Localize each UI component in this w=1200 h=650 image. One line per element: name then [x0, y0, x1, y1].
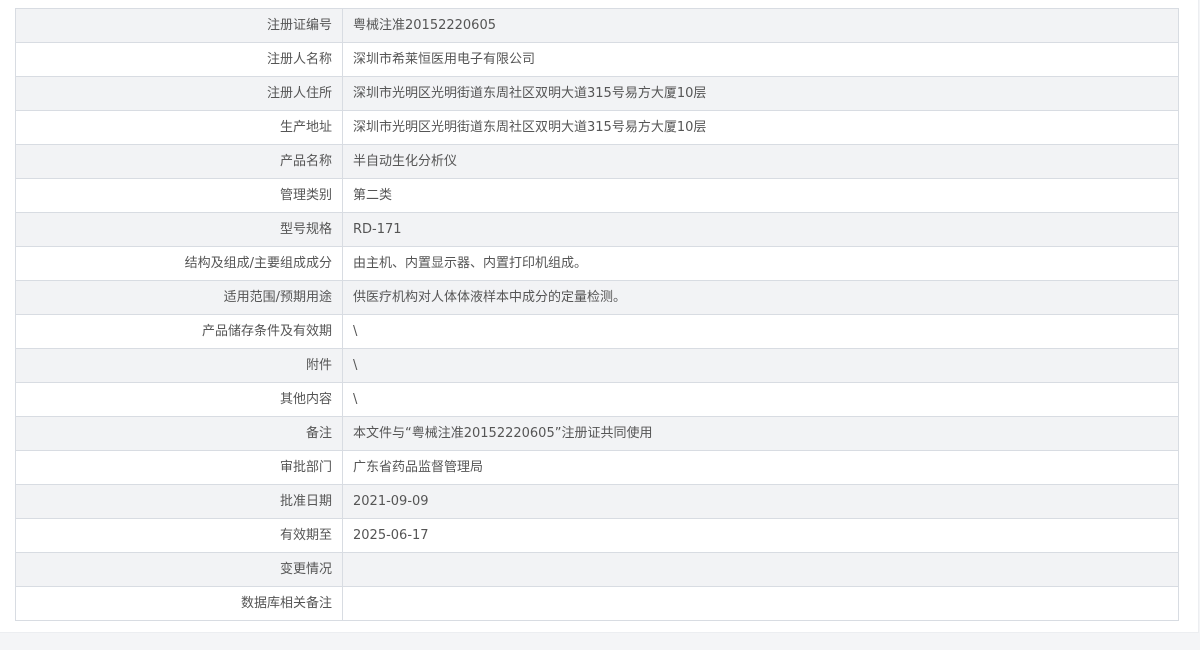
table-row: 适用范围/预期用途 供医疗机构对人体体液样本中成分的定量检测。 — [15, 280, 1179, 315]
table-row: 型号规格 RD-171 — [15, 212, 1179, 247]
field-value: 半自动生化分析仪 — [342, 144, 1179, 179]
table-row: 产品储存条件及有效期 \ — [15, 314, 1179, 349]
field-label: 结构及组成/主要组成成分 — [15, 246, 343, 281]
table-row: 注册人名称 深圳市希莱恒医用电子有限公司 — [15, 42, 1179, 77]
field-label: 注册人名称 — [15, 42, 343, 77]
field-value — [342, 552, 1179, 587]
field-value: 第二类 — [342, 178, 1179, 213]
table-row: 注册证编号 粤械注准20152220605 — [15, 8, 1179, 43]
table-row: 数据库相关备注 — [15, 586, 1179, 621]
field-label: 批准日期 — [15, 484, 343, 519]
table-row: 审批部门 广东省药品监督管理局 — [15, 450, 1179, 485]
field-value: 由主机、内置显示器、内置打印机组成。 — [342, 246, 1179, 281]
field-value: 广东省药品监督管理局 — [342, 450, 1179, 485]
table-row: 产品名称 半自动生化分析仪 — [15, 144, 1179, 179]
field-label: 产品名称 — [15, 144, 343, 179]
detail-panel: 注册证编号 粤械注准20152220605 注册人名称 深圳市希莱恒医用电子有限… — [0, 0, 1199, 633]
table-row: 管理类别 第二类 — [15, 178, 1179, 213]
field-value: 粤械注准20152220605 — [342, 8, 1179, 43]
table-row: 批准日期 2021-09-09 — [15, 484, 1179, 519]
table-row: 备注 本文件与“粤械注准20152220605”注册证共同使用 — [15, 416, 1179, 451]
field-label: 注册证编号 — [15, 8, 343, 43]
table-row: 生产地址 深圳市光明区光明街道东周社区双明大道315号易方大厦10层 — [15, 110, 1179, 145]
field-label: 备注 — [15, 416, 343, 451]
field-label: 管理类别 — [15, 178, 343, 213]
field-value: 深圳市光明区光明街道东周社区双明大道315号易方大厦10层 — [342, 76, 1179, 111]
field-label: 注册人住所 — [15, 76, 343, 111]
table-row: 附件 \ — [15, 348, 1179, 383]
field-label: 产品储存条件及有效期 — [15, 314, 343, 349]
table-row: 结构及组成/主要组成成分 由主机、内置显示器、内置打印机组成。 — [15, 246, 1179, 281]
registration-detail-table: 注册证编号 粤械注准20152220605 注册人名称 深圳市希莱恒医用电子有限… — [15, 8, 1179, 621]
field-value — [342, 586, 1179, 621]
field-value: 深圳市希莱恒医用电子有限公司 — [342, 42, 1179, 77]
field-value: RD-171 — [342, 212, 1179, 247]
field-label: 变更情况 — [15, 552, 343, 587]
field-label: 适用范围/预期用途 — [15, 280, 343, 315]
table-row: 注册人住所 深圳市光明区光明街道东周社区双明大道315号易方大厦10层 — [15, 76, 1179, 111]
table-row: 其他内容 \ — [15, 382, 1179, 417]
field-value: 2021-09-09 — [342, 484, 1179, 519]
field-value: \ — [342, 348, 1179, 383]
table-row: 变更情况 — [15, 552, 1179, 587]
field-label: 有效期至 — [15, 518, 343, 553]
field-label: 数据库相关备注 — [15, 586, 343, 621]
field-label: 其他内容 — [15, 382, 343, 417]
field-label: 生产地址 — [15, 110, 343, 145]
field-value: \ — [342, 314, 1179, 349]
field-value: 本文件与“粤械注准20152220605”注册证共同使用 — [342, 416, 1179, 451]
table-row: 有效期至 2025-06-17 — [15, 518, 1179, 553]
field-label: 审批部门 — [15, 450, 343, 485]
field-value: 供医疗机构对人体体液样本中成分的定量检测。 — [342, 280, 1179, 315]
field-label: 型号规格 — [15, 212, 343, 247]
field-value: 2025-06-17 — [342, 518, 1179, 553]
field-value: 深圳市光明区光明街道东周社区双明大道315号易方大厦10层 — [342, 110, 1179, 145]
field-value: \ — [342, 382, 1179, 417]
field-label: 附件 — [15, 348, 343, 383]
